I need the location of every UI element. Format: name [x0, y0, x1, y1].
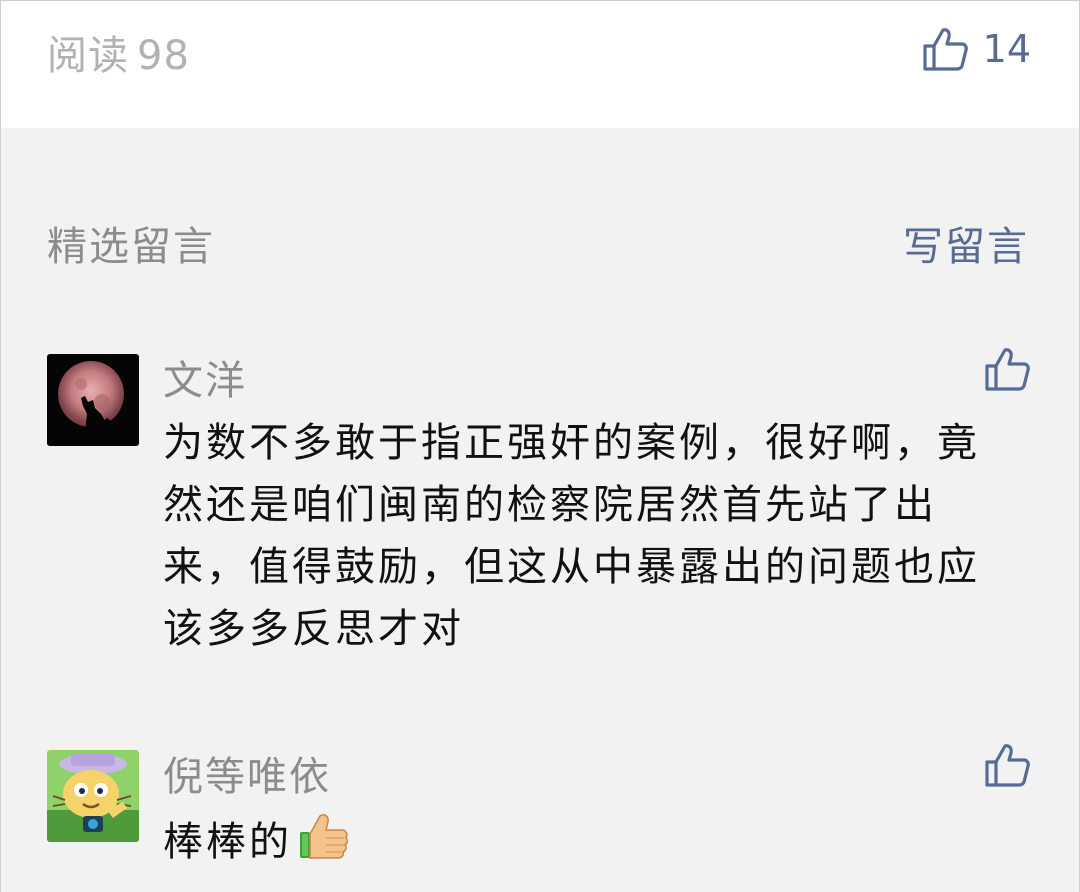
like-count: 14 — [982, 27, 1031, 71]
comment-text: 棒棒的 — [163, 808, 993, 880]
article-stats-bar: 阅读 98 14 — [0, 0, 1080, 129]
read-label: 阅读 — [47, 33, 129, 79]
comment-item: 文洋 为数不多敢于指正强奸的案例，很好啊，竟然还是咱们闽南的检察院居然首先站了出… — [47, 348, 1031, 674]
wolf-moon-avatar-icon[interactable] — [47, 354, 139, 446]
comment-text: 为数不多敢于指正强奸的案例，很好啊，竟然还是咱们闽南的检察院居然首先站了出来，值… — [163, 420, 980, 652]
read-count-number: 98 — [137, 33, 190, 79]
like-button[interactable]: 14 — [921, 23, 1031, 75]
comment-nickname: 文洋 — [163, 358, 247, 404]
comment-like-button[interactable] — [983, 346, 1031, 392]
featured-comments-title: 精选留言 — [47, 224, 215, 270]
thumbs-up-icon — [983, 742, 1031, 788]
comment-item: 倪等唯依 棒棒的 — [47, 744, 1031, 870]
comment-text-content: 棒棒的 — [163, 819, 292, 865]
comments-section: 精选留言 写留言 文洋 为数不多敢于指正强奸的案例，很好啊，竟然还是咱们闽南的检… — [0, 128, 1080, 892]
comment-like-button[interactable] — [983, 742, 1031, 788]
thumbs-up-icon — [921, 26, 969, 72]
thumbs-up-emoji-icon — [296, 808, 350, 880]
comment-nickname: 倪等唯依 — [163, 754, 331, 800]
thumbs-up-icon — [983, 346, 1031, 392]
write-comment-button[interactable]: 写留言 — [903, 214, 1029, 272]
cartoon-cat-avatar-icon[interactable] — [47, 750, 139, 842]
read-count: 阅读 98 — [47, 23, 190, 81]
